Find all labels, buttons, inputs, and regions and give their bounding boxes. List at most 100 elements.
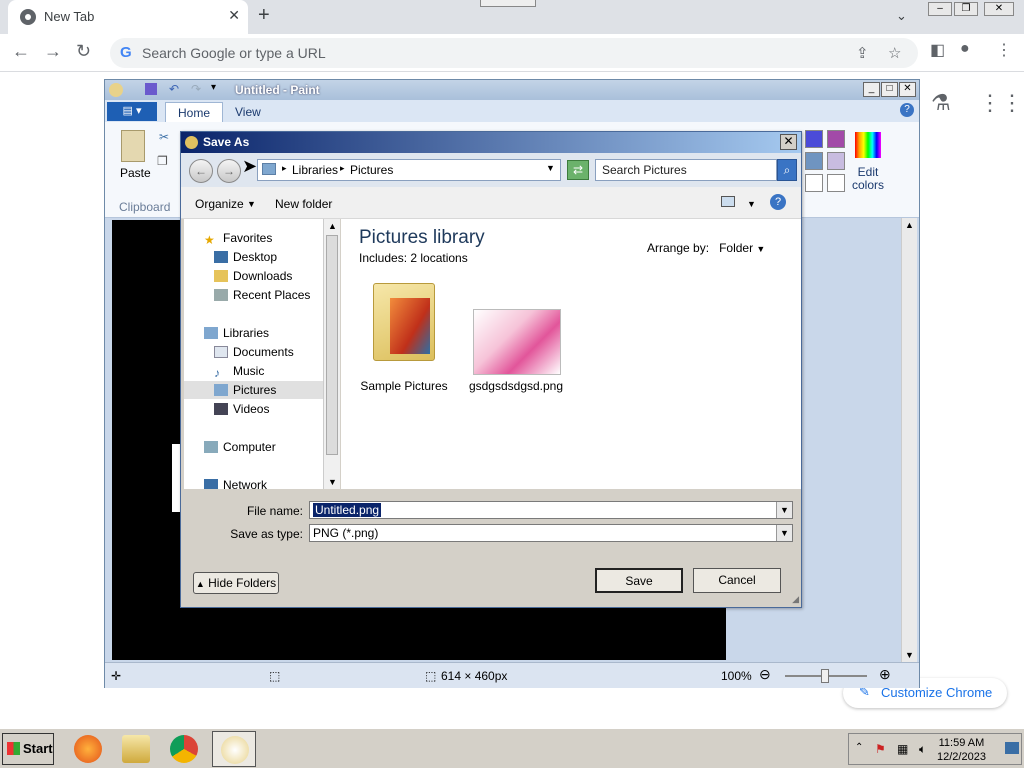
image-thumbnail-icon[interactable] — [473, 309, 561, 375]
tab-view[interactable]: View — [223, 102, 273, 122]
hide-folders-button[interactable]: ▲ Hide Folders — [193, 572, 279, 594]
chrome-menu-icon[interactable]: ⋮ — [996, 40, 1012, 60]
color-swatch[interactable] — [805, 174, 823, 192]
breadcrumb-chevron-icon[interactable]: ▸ — [340, 163, 345, 174]
nav-item-documents[interactable]: Documents — [214, 345, 294, 359]
copy-icon[interactable]: ❐ — [157, 154, 168, 168]
folder-icon[interactable] — [373, 283, 435, 361]
canvas-vertical-scrollbar[interactable]: ▲ ▼ — [901, 218, 917, 662]
address-dropdown-icon[interactable]: ▼ — [546, 163, 555, 173]
nav-computer[interactable]: Computer — [204, 440, 276, 454]
view-options-icon[interactable] — [721, 196, 735, 207]
search-input[interactable]: Search Pictures — [595, 159, 777, 181]
back-icon[interactable]: ← — [12, 41, 30, 62]
paint-title-bar[interactable]: ↶ ↷ ▾ Untitled - Paint _ □ ✕ — [105, 80, 919, 100]
dialog-close-button[interactable]: ✕ — [780, 134, 797, 150]
bookmark-star-icon[interactable]: ☆ — [888, 44, 901, 62]
side-panel-icon[interactable]: ◧ — [930, 40, 945, 60]
library-includes[interactable]: Includes: 2 locations — [359, 251, 468, 265]
save-as-type-dropdown-icon[interactable]: ▼ — [776, 525, 792, 541]
nav-item-downloads[interactable]: Downloads — [214, 269, 292, 283]
cancel-button[interactable]: Cancel — [693, 568, 781, 593]
arrange-by[interactable]: Arrange by: Folder ▼ — [647, 241, 765, 255]
drag-handle[interactable] — [480, 0, 536, 7]
scroll-up-icon[interactable]: ▲ — [905, 220, 914, 230]
close-window-button[interactable]: ✕ — [984, 2, 1014, 16]
zoom-out-icon[interactable]: ⊖ — [759, 666, 771, 683]
search-icon[interactable]: ⌕ — [777, 159, 797, 181]
help-icon[interactable]: ? — [770, 194, 786, 210]
paint-maximize-button[interactable]: □ — [881, 82, 898, 97]
file-name-dropdown-icon[interactable]: ▼ — [776, 502, 792, 518]
undo-icon[interactable]: ↶ — [169, 82, 179, 96]
paste-label[interactable]: Paste — [120, 166, 151, 180]
color-swatch[interactable] — [805, 130, 823, 148]
color-swatch[interactable] — [805, 152, 823, 170]
quick-save-icon[interactable] — [145, 83, 157, 95]
new-folder-button[interactable]: New folder — [275, 197, 332, 211]
address-bar[interactable]: ▸ Libraries ▸ Pictures ▼ — [257, 159, 561, 181]
tab-new-tab[interactable]: New Tab ✕ — [8, 0, 248, 34]
breadcrumb-pictures[interactable]: Pictures — [350, 163, 393, 177]
paint-close-button[interactable]: ✕ — [899, 82, 916, 97]
cut-icon[interactable]: ✂ — [159, 130, 169, 144]
arrange-by-value[interactable]: Folder — [719, 241, 753, 255]
taskbar-paint[interactable] — [212, 731, 256, 767]
apps-grid-icon[interactable]: ⋮⋮ — [979, 90, 1023, 116]
nav-item-desktop[interactable]: Desktop — [214, 250, 277, 264]
omnibox[interactable]: G Search Google or type a URL ⇪ ☆ — [110, 38, 918, 68]
paste-icon[interactable] — [121, 130, 145, 162]
color-swatch[interactable] — [827, 152, 845, 170]
paint-menu-button[interactable]: ▤ ▾ — [107, 102, 157, 121]
taskbar-firefox[interactable] — [66, 731, 110, 767]
action-center-icon[interactable]: ⚑ — [875, 742, 886, 756]
nav-favorites[interactable]: ★ Favorites — [204, 231, 272, 247]
profile-avatar-icon[interactable]: ● — [960, 40, 970, 58]
reload-icon[interactable]: ↻ — [76, 41, 91, 62]
file-name-input[interactable]: Untitled.png ▼ — [309, 501, 793, 519]
forward-icon[interactable]: → — [44, 41, 62, 62]
nav-libraries[interactable]: Libraries — [204, 326, 269, 340]
nav-item-recent-places[interactable]: Recent Places — [214, 288, 310, 302]
tab-home[interactable]: Home — [165, 102, 224, 122]
scroll-thumb[interactable] — [326, 235, 338, 455]
scroll-up-icon[interactable]: ▲ — [328, 221, 337, 231]
organize-button[interactable]: Organize — [195, 197, 244, 211]
save-as-title-bar[interactable]: Save As ✕ — [181, 132, 801, 153]
clock[interactable]: 11:59 AM 12/2/2023 — [937, 736, 986, 764]
back-button[interactable]: ← — [189, 159, 213, 183]
color-swatch[interactable] — [827, 130, 845, 148]
breadcrumb-libraries[interactable]: Libraries — [292, 163, 338, 177]
customize-quick-access-icon[interactable]: ▾ — [211, 82, 216, 93]
taskbar-explorer[interactable] — [114, 731, 158, 767]
breadcrumb-chevron-icon[interactable]: ▸ — [282, 163, 287, 174]
save-as-type-select[interactable]: PNG (*.png) ▼ — [309, 524, 793, 542]
view-dropdown-icon[interactable]: ▼ — [747, 199, 756, 209]
nav-pane-scrollbar[interactable]: ▲ ▼ — [323, 219, 340, 489]
zoom-in-icon[interactable]: ⊕ — [879, 666, 891, 683]
nav-item-videos[interactable]: Videos — [214, 402, 269, 416]
minimize-button[interactable]: – — [928, 2, 952, 16]
save-button[interactable]: Save — [595, 568, 683, 593]
forward-button[interactable]: → — [217, 159, 241, 183]
scroll-down-icon[interactable]: ▼ — [328, 477, 337, 487]
arrange-dropdown-icon[interactable]: ▼ — [756, 244, 765, 254]
restore-button[interactable]: ❐ — [954, 2, 978, 16]
zoom-slider-thumb[interactable] — [821, 669, 829, 683]
show-desktop-icon[interactable] — [1005, 742, 1019, 754]
nav-item-pictures[interactable]: Pictures — [214, 383, 276, 397]
organize-dropdown-icon[interactable]: ▼ — [247, 199, 256, 209]
redo-icon[interactable]: ↷ — [191, 82, 201, 96]
new-tab-button[interactable]: + — [258, 4, 270, 27]
edit-colors-label[interactable]: Edit colors — [851, 166, 885, 192]
resize-grip-icon[interactable]: ◢ — [792, 594, 799, 605]
nav-item-music[interactable]: ♪ Music — [214, 364, 264, 380]
show-hidden-icons-icon[interactable]: ⌃ — [855, 742, 863, 753]
help-icon[interactable]: ? — [900, 103, 914, 117]
network-tray-icon[interactable]: ▦ — [897, 742, 908, 756]
refresh-icon[interactable]: ⇄ — [567, 160, 589, 180]
share-icon[interactable]: ⇪ — [856, 44, 869, 62]
nav-network[interactable]: Network — [204, 478, 267, 489]
lab-flask-icon[interactable]: ⚗ — [931, 90, 951, 116]
edit-colors-icon[interactable] — [855, 132, 881, 158]
